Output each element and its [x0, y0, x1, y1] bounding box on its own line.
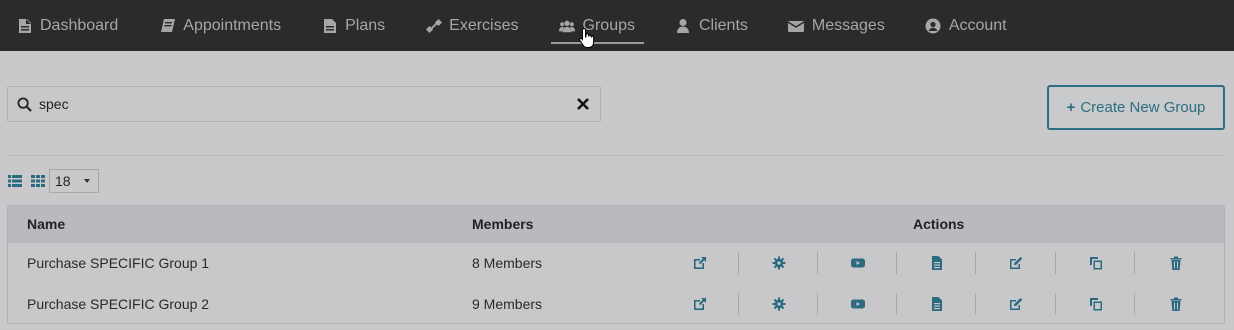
envelope-icon	[788, 17, 805, 34]
hand-cursor-icon	[579, 27, 595, 48]
groups-table: Name Members Actions Purchase SPECIFIC G…	[7, 205, 1225, 324]
table-row: Purchase SPECIFIC Group 1 8 Members	[8, 243, 1224, 283]
nav-plans[interactable]: Plans	[321, 0, 385, 51]
group-members: 8 Members	[472, 255, 543, 271]
user-icon	[675, 17, 692, 34]
external-link-icon[interactable]	[692, 255, 708, 271]
nav-account[interactable]: Account	[925, 0, 1007, 51]
nav-appointments[interactable]: Appointments	[159, 0, 281, 51]
create-new-group-button[interactable]: + Create New Group	[1047, 85, 1225, 130]
group-name: Purchase SPECIFIC Group 2	[27, 296, 210, 312]
gear-icon[interactable]	[771, 255, 787, 271]
document-icon	[16, 17, 33, 34]
copy-icon[interactable]	[1088, 255, 1104, 271]
search-input[interactable]	[39, 96, 576, 112]
file-icon	[321, 17, 338, 34]
nav-clients[interactable]: Clients	[675, 0, 748, 51]
dumbbell-icon	[425, 17, 442, 34]
nav-label: Messages	[811, 16, 885, 34]
group-name: Purchase SPECIFIC Group 1	[27, 255, 210, 271]
video-icon[interactable]	[850, 255, 866, 271]
action-separator	[1055, 293, 1056, 315]
action-separator	[975, 293, 976, 315]
document-icon[interactable]	[929, 255, 945, 271]
create-button-label: Create New Group	[1080, 99, 1206, 116]
book-icon	[159, 17, 176, 34]
nav-label: Dashboard	[40, 16, 119, 34]
users-icon	[559, 17, 576, 34]
action-separator	[738, 293, 739, 315]
trash-icon[interactable]	[1168, 296, 1184, 312]
top-nav: Dashboard Appointments Plans Exercises G…	[0, 0, 1234, 51]
page-size-value: 18	[55, 173, 71, 189]
action-separator	[896, 252, 897, 274]
table-header: Name Members Actions	[8, 206, 1224, 243]
action-separator	[975, 252, 976, 274]
external-link-icon[interactable]	[692, 296, 708, 312]
action-separator	[817, 252, 818, 274]
nav-messages[interactable]: Messages	[788, 0, 885, 51]
edit-icon[interactable]	[1008, 296, 1024, 312]
nav-label: Plans	[345, 16, 386, 34]
column-header-name: Name	[27, 216, 66, 232]
action-separator	[817, 293, 818, 315]
action-separator	[1134, 293, 1135, 315]
clear-icon[interactable]	[576, 97, 590, 111]
gear-icon[interactable]	[771, 296, 787, 312]
nav-groups[interactable]: Groups	[550, 0, 645, 51]
grid-view-icon[interactable]	[31, 175, 45, 187]
nav-label: Exercises	[449, 16, 519, 34]
nav-label: Account	[948, 16, 1007, 34]
action-separator	[738, 252, 739, 274]
column-header-actions: Actions	[913, 216, 965, 232]
action-separator	[1055, 252, 1056, 274]
trash-icon[interactable]	[1168, 255, 1184, 271]
search-icon	[17, 96, 32, 112]
page-size-select[interactable]: 18	[49, 169, 99, 193]
table-row: Purchase SPECIFIC Group 2 9 Members	[8, 284, 1224, 323]
nav-label: Clients	[698, 16, 748, 34]
edit-icon[interactable]	[1008, 255, 1024, 271]
column-header-members: Members	[472, 216, 534, 232]
nav-exercises[interactable]: Exercises	[425, 0, 519, 51]
user-circle-icon	[925, 17, 942, 34]
list-view-icon[interactable]	[8, 175, 22, 187]
caret-down-icon	[84, 179, 90, 183]
nav-label: Appointments	[183, 16, 282, 34]
video-icon[interactable]	[850, 296, 866, 312]
search-box	[7, 86, 601, 122]
action-separator	[1134, 252, 1135, 274]
copy-icon[interactable]	[1088, 296, 1104, 312]
nav-dashboard[interactable]: Dashboard	[16, 0, 118, 51]
document-icon[interactable]	[929, 296, 945, 312]
action-separator	[896, 293, 897, 315]
plus-icon: +	[1066, 99, 1076, 116]
group-members: 9 Members	[472, 296, 543, 312]
divider	[7, 155, 1225, 156]
